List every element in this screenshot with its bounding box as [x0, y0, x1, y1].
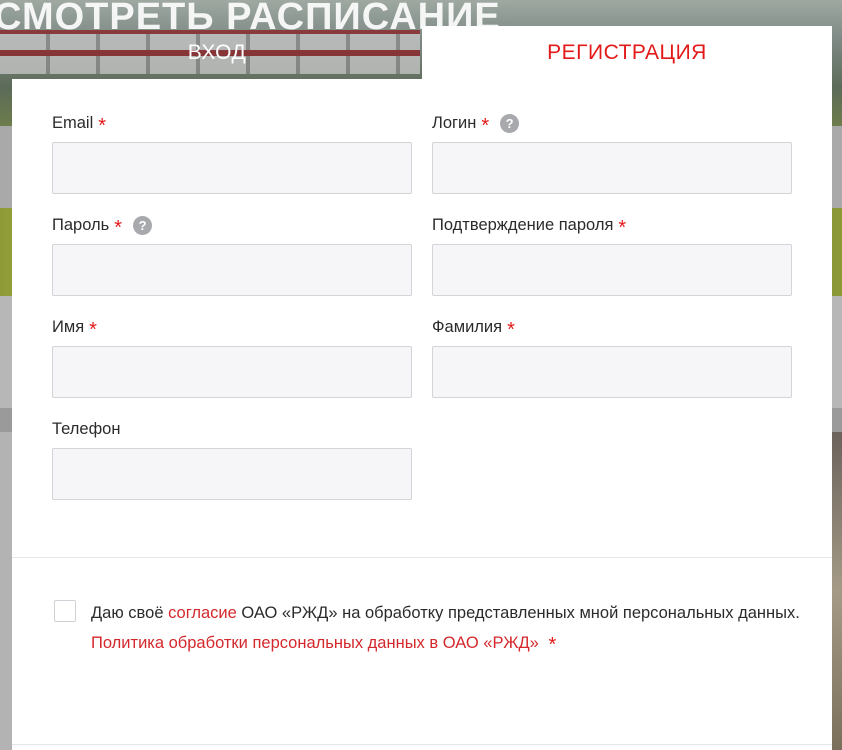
help-icon[interactable]: ? [500, 113, 520, 133]
login-label: Логин * ? [432, 112, 792, 137]
email-input[interactable] [52, 142, 412, 194]
password-field-group: Пароль * ? [52, 214, 412, 296]
first-name-input[interactable] [52, 346, 412, 398]
help-icon[interactable]: ? [133, 215, 153, 235]
required-mark: * [507, 319, 515, 341]
password-confirm-label-text: Подтверждение пароля [432, 215, 614, 234]
phone-label: Телефон [52, 418, 412, 440]
background-photo [832, 432, 842, 750]
password-input[interactable] [52, 244, 412, 296]
first-name-field-group: Имя * [52, 316, 412, 398]
consent-text-middle: ОАО «РЖД» на обработку представленных мн… [236, 604, 800, 622]
phone-label-text: Телефон [52, 419, 121, 438]
required-mark: * [89, 319, 97, 341]
registration-form: Email * Логин * ? Пароль * ? Подтвержден… [12, 79, 832, 750]
password-confirm-input[interactable] [432, 244, 792, 296]
email-label-text: Email [52, 113, 94, 132]
auth-tabs: ВХОД РЕГИСТРАЦИЯ [12, 26, 832, 79]
privacy-policy-link[interactable]: Политика обработки персональных данных в… [91, 634, 539, 652]
consent-link[interactable]: согласие [168, 604, 237, 622]
consent-text: Даю своё согласие ОАО «РЖД» на обработку… [91, 598, 811, 658]
phone-field-group: Телефон [52, 418, 412, 500]
consent-checkbox[interactable] [54, 600, 76, 622]
last-name-label: Фамилия * [432, 316, 792, 341]
required-mark: * [98, 115, 107, 137]
required-mark: * [618, 217, 627, 239]
required-mark: * [114, 217, 123, 239]
login-label-text: Логин [432, 113, 477, 132]
phone-input[interactable] [52, 448, 412, 500]
required-mark: * [481, 115, 490, 137]
first-name-label-text: Имя [52, 317, 85, 336]
required-mark: * [548, 634, 557, 656]
login-field-group: Логин * ? [432, 112, 792, 194]
last-name-field-group: Фамилия * [432, 316, 792, 398]
divider [12, 744, 832, 745]
consent-text-before: Даю своё [91, 604, 169, 622]
divider [12, 557, 832, 558]
last-name-input[interactable] [432, 346, 792, 398]
password-label-text: Пароль [52, 215, 110, 234]
auth-modal: ВХОД РЕГИСТРАЦИЯ Email * Логин * ? Парол… [12, 26, 832, 750]
first-name-label: Имя * [52, 316, 412, 341]
login-input[interactable] [432, 142, 792, 194]
password-confirm-field-group: Подтверждение пароля * [432, 214, 792, 296]
tab-register[interactable]: РЕГИСТРАЦИЯ [422, 26, 832, 79]
last-name-label-text: Фамилия [432, 317, 503, 336]
tab-login[interactable]: ВХОД [12, 26, 422, 79]
password-confirm-label: Подтверждение пароля * [432, 214, 792, 239]
email-label: Email * [52, 112, 412, 137]
email-field-group: Email * [52, 112, 412, 194]
password-label: Пароль * ? [52, 214, 412, 239]
